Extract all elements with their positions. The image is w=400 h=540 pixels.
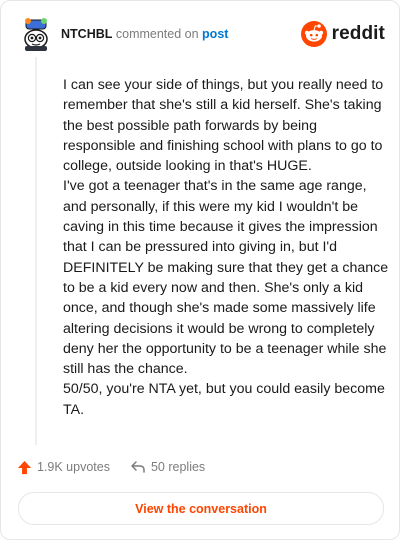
upvote-button[interactable]: 1.9K upvotes — [17, 460, 110, 475]
comment-header: NTCHBL commented on post reddit — [17, 15, 385, 55]
upvote-arrow-icon — [17, 460, 32, 474]
view-conversation-button[interactable]: View the conversation — [18, 492, 384, 525]
reddit-logo[interactable]: reddit — [300, 19, 385, 49]
brand-name: reddit — [331, 23, 385, 44]
username-link[interactable]: NTCHBL — [61, 27, 112, 41]
comment-body: I can see your side of things, but you r… — [63, 75, 393, 420]
upvote-count: 1.9K upvotes — [37, 460, 110, 474]
comment-paragraph: I can see your side of things, but you r… — [63, 77, 384, 175]
comment-paragraph: I've got a teenager that's in the same a… — [63, 178, 389, 378]
user-avatar[interactable] — [17, 15, 55, 53]
comment-card: NTCHBL commented on post reddit I can se… — [0, 0, 400, 540]
comment-paragraph: 50/50, you're NTA yet, but you could eas… — [63, 381, 385, 418]
reply-arrow-icon — [131, 461, 145, 473]
action-text: commented on — [115, 27, 199, 41]
replies-button[interactable]: 50 replies — [130, 459, 205, 475]
comment-actions: 1.9K upvotes 50 replies — [17, 456, 205, 478]
reddit-snoo-icon — [300, 21, 327, 47]
reply-count: 50 replies — [150, 460, 206, 474]
thread-line — [35, 57, 37, 445]
post-link[interactable]: post — [202, 27, 228, 41]
byline: NTCHBL commented on post — [61, 27, 228, 41]
